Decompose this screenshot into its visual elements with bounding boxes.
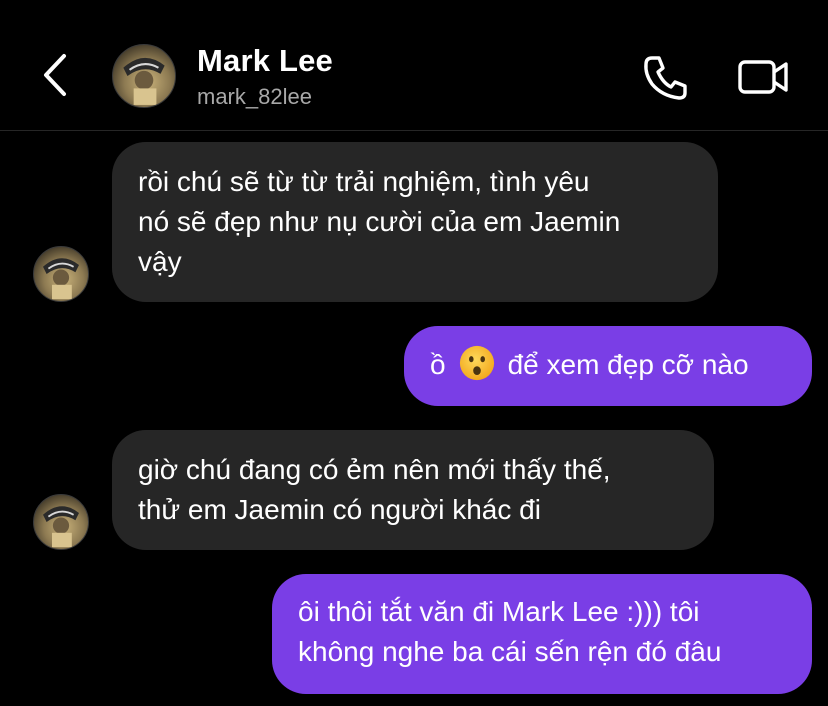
message-bubble-outgoing[interactable]: ôi thôi tắt văn đi Mark Lee :))) tôi khô… [272, 574, 812, 694]
message-text: rồi chú sẽ từ từ trải nghiệm, tình yêu [138, 166, 590, 197]
profile-photo [123, 57, 165, 105]
message-text: vậy [138, 246, 182, 277]
frowning-face-emoji-icon [459, 345, 494, 381]
message-text: không nghe ba cái sến rện đó đâu [298, 636, 722, 667]
profile-photo [43, 506, 79, 548]
video-call-button[interactable] [734, 50, 794, 104]
chevron-left-icon [44, 54, 66, 96]
message-content: ồ để xem đẹp cỡ nào [430, 344, 786, 385]
video-camera-icon [738, 60, 788, 94]
message-bubble-incoming[interactable]: giờ chú đang có ẻm nên mới thấy thế, thử… [112, 430, 714, 550]
message-text: ồ [430, 349, 446, 380]
message-bubble-incoming[interactable]: rồi chú sẽ từ từ trải nghiệm, tình yêu n… [112, 142, 718, 302]
contact-info[interactable]: Mark Lee mark_82lee [197, 44, 333, 112]
avatar[interactable] [112, 44, 176, 108]
sender-avatar[interactable] [33, 246, 89, 302]
profile-photo [43, 258, 79, 300]
message-text: ôi thôi tắt văn đi Mark Lee :))) tôi [298, 596, 700, 627]
phone-icon [644, 56, 687, 100]
chat-header: Mark Lee mark_82lee [0, 0, 828, 131]
call-button[interactable] [638, 50, 692, 104]
contact-name: Mark Lee [197, 43, 333, 78]
message-text: thử em Jaemin có người khác đi [138, 494, 541, 525]
contact-handle: mark_82lee [197, 84, 312, 109]
message-bubble-outgoing[interactable]: ồ để xem đẹp cỡ nào [404, 326, 812, 406]
message-text: để xem đẹp cỡ nào [507, 349, 749, 380]
sender-avatar[interactable] [33, 494, 89, 550]
message-text: nó sẽ đẹp như nụ cười của em Jaemin [138, 206, 621, 237]
message-text: giờ chú đang có ẻm nên mới thấy thế, [138, 454, 611, 485]
back-button[interactable] [30, 48, 80, 102]
